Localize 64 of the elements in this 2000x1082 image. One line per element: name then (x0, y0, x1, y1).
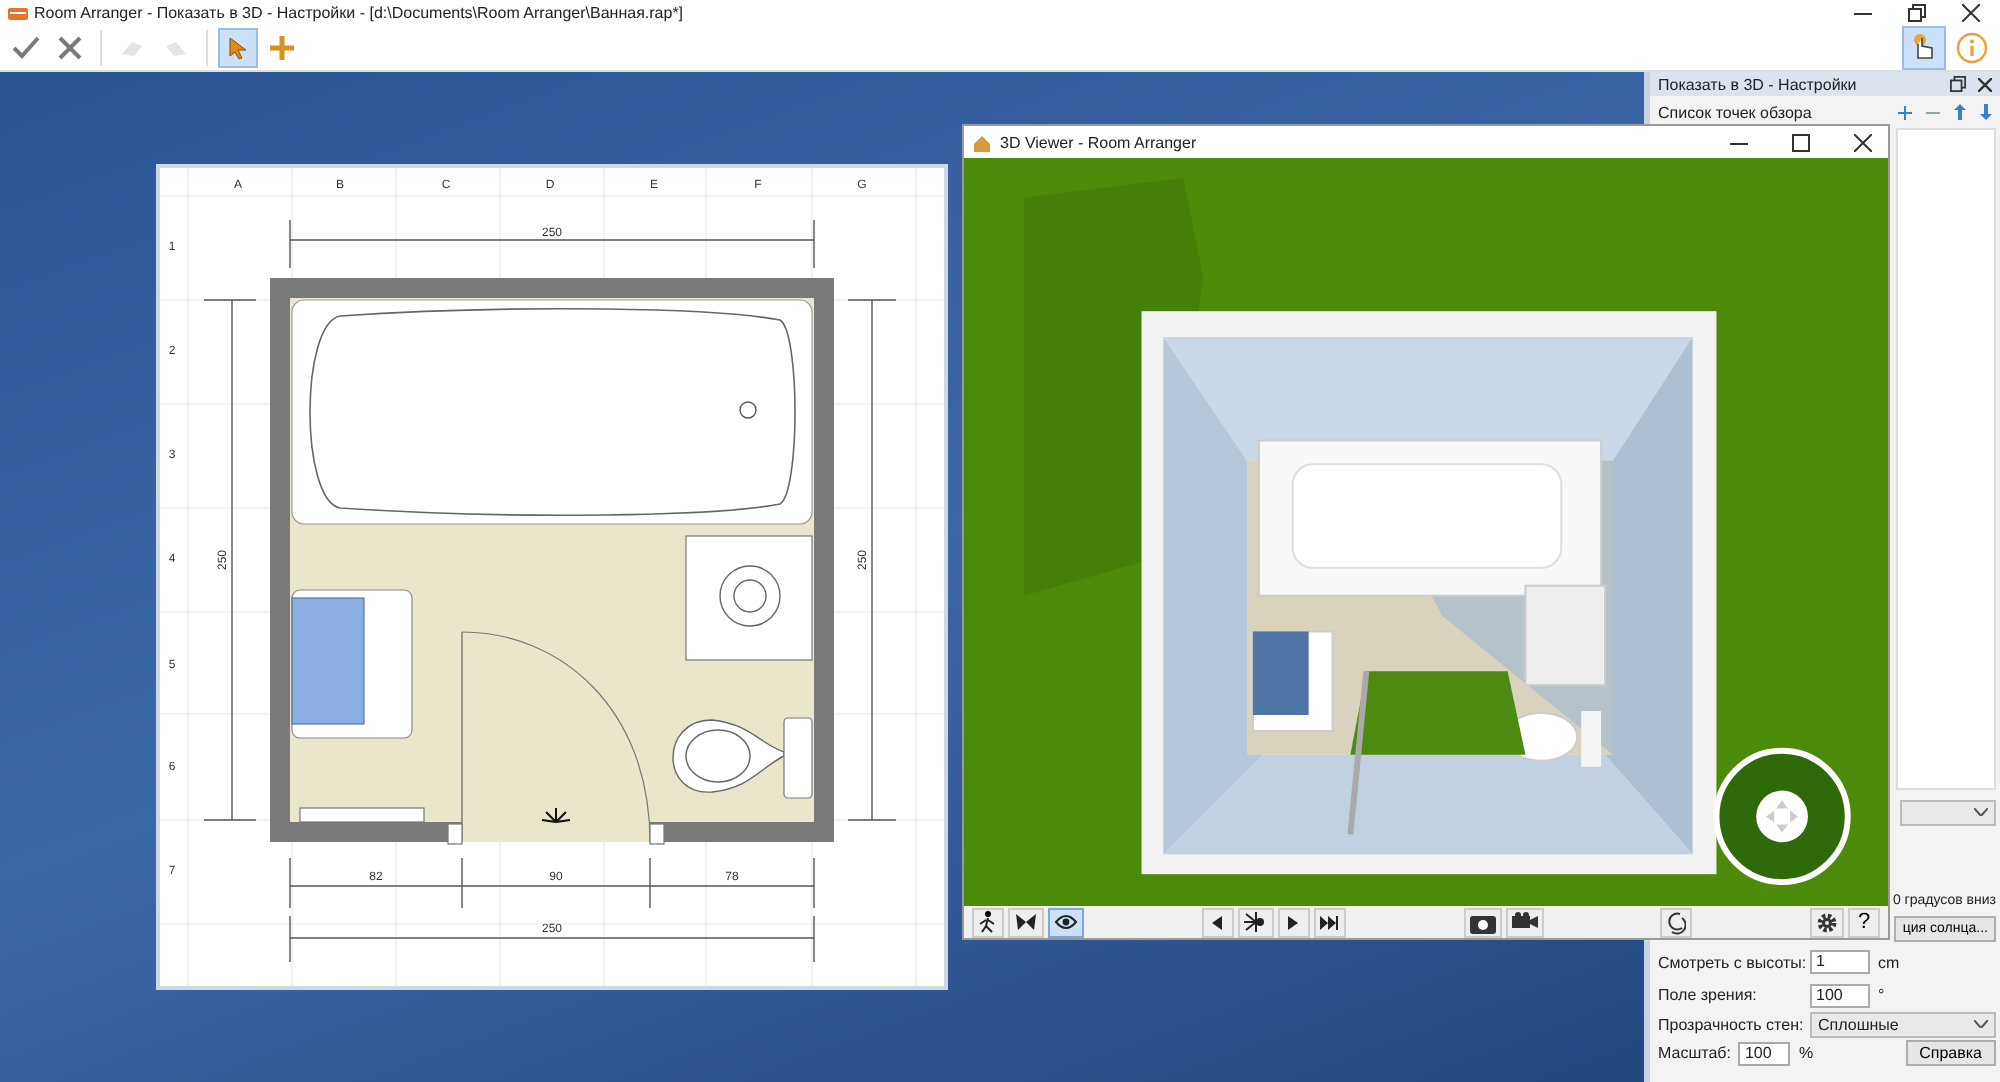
previous-button[interactable] (1201, 907, 1234, 937)
field-label: Масштаб: (1658, 1044, 1731, 1063)
burst-icon (1243, 910, 1268, 934)
next-button[interactable] (1277, 907, 1310, 937)
look-button[interactable] (1048, 907, 1084, 937)
arrow-icon (120, 38, 144, 58)
entrance-marker-icon (541, 807, 571, 823)
window-title: Room Arranger - Показать в 3D - Настройки - [d:\Documents\Room Arranger\Ванная.rap*] (34, 4, 684, 22)
video-camera-icon (1511, 911, 1537, 933)
info-icon (1956, 32, 1988, 64)
close-icon[interactable] (1978, 77, 1992, 91)
restore-icon[interactable] (1908, 4, 1926, 22)
center-button[interactable] (1237, 907, 1274, 937)
cross-icon (58, 36, 82, 60)
select-button[interactable] (218, 28, 258, 68)
wall-transparency-dropdown[interactable]: Сплошные (1810, 1011, 1996, 1038)
plus-icon (270, 36, 294, 60)
chevron-down-icon (1974, 808, 1988, 816)
add-icon[interactable] (1898, 105, 1912, 119)
fast-forward-icon (1320, 915, 1339, 929)
up-arrow-icon[interactable] (1954, 104, 1966, 120)
app-logo-icon (8, 5, 28, 21)
rotate-icon (1666, 909, 1687, 935)
viewer-title: 3D Viewer - Room Arranger (1000, 133, 1197, 151)
rotate-button[interactable] (1660, 907, 1693, 937)
input-field[interactable]: 100 (1738, 1041, 1791, 1066)
next-icon (1287, 915, 1300, 929)
walking-person-icon (978, 910, 998, 934)
pointer-icon (228, 36, 248, 60)
navigation-control[interactable] (1713, 747, 1851, 886)
arrow-icon (164, 38, 188, 58)
previous-icon (1211, 915, 1224, 929)
check-icon (12, 36, 40, 60)
butterfly-icon (1014, 912, 1038, 932)
settings-icon (1816, 911, 1838, 933)
unit-label: % (1798, 1044, 1814, 1063)
viewpoints-label: Список точек обзора (1658, 103, 1812, 121)
help-button[interactable]: ? (1848, 907, 1880, 937)
chevron-down-icon (1974, 1020, 1988, 1029)
last-button[interactable] (1313, 907, 1346, 937)
field-label: Прозрачность стен: (1658, 1015, 1802, 1034)
input-field[interactable]: 1 (1810, 950, 1870, 975)
settings-button[interactable] (1810, 907, 1844, 937)
hand-button[interactable] (1902, 26, 1946, 70)
hand-pointer-icon (1910, 32, 1938, 64)
photo-button[interactable] (1463, 907, 1501, 937)
close-icon[interactable] (1854, 133, 1872, 151)
eye-icon (1054, 914, 1078, 930)
maximize-icon[interactable] (1792, 133, 1810, 151)
walk-button[interactable] (972, 907, 1004, 937)
close-icon[interactable] (1962, 4, 1980, 22)
help-button[interactable]: Справка (1905, 1040, 1996, 1067)
camera-icon (1469, 911, 1495, 933)
field-label: Смотреть с высоты: (1658, 953, 1802, 972)
unit-label: ° (1878, 986, 1885, 1005)
panel-title: Показать в 3D - Настройки (1658, 75, 1857, 93)
down-arrow-icon[interactable] (1980, 104, 1992, 120)
field-label: Поле зрения: (1658, 986, 1759, 1005)
restore-icon[interactable] (1950, 76, 1966, 92)
input-field[interactable]: 100 (1810, 983, 1870, 1008)
unit-label: cm (1878, 953, 1900, 972)
fly-button[interactable] (1008, 907, 1044, 937)
house-icon (972, 133, 992, 151)
video-button[interactable] (1505, 907, 1543, 937)
